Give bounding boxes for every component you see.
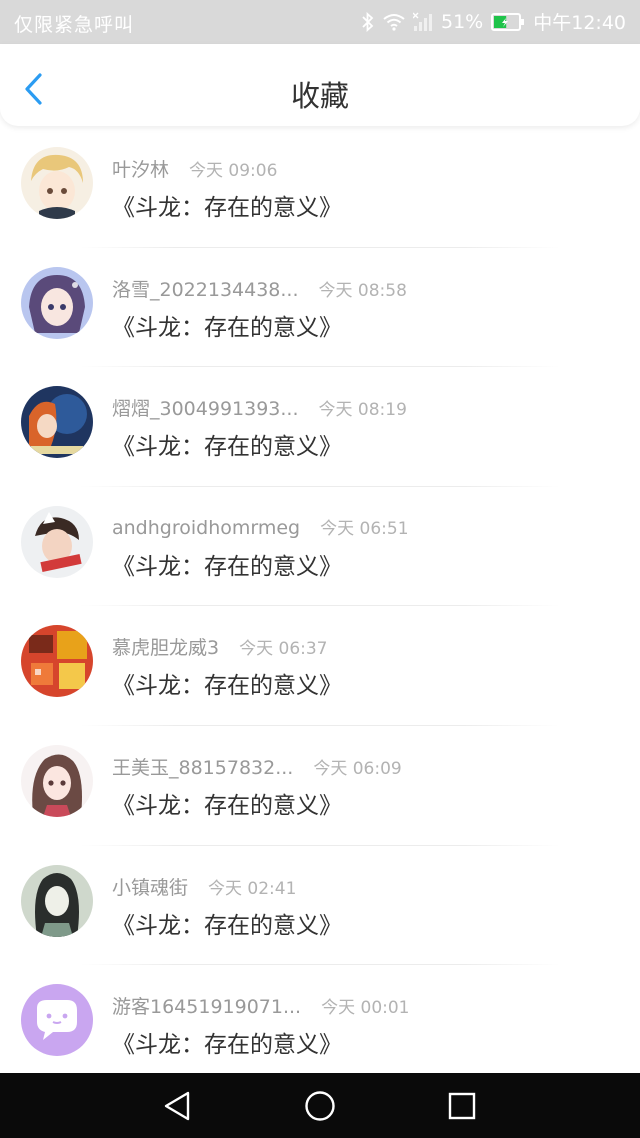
chat-bubble-icon [21,984,93,1057]
list-item[interactable]: 叶汐林 今天 09:06 《斗龙：存在的意义》 [0,128,640,248]
book-title[interactable]: 《斗龙：存在的意义》 [112,906,342,940]
header: 收藏 [0,44,640,126]
timestamp: 今天 02:41 [208,878,297,899]
timestamp: 今天 06:51 [320,518,409,539]
timestamp: 今天 08:19 [318,400,407,421]
nav-back-button[interactable] [160,1089,194,1123]
nav-home-button[interactable] [303,1089,337,1123]
book-title[interactable]: 《斗龙：存在的意义》 [112,786,342,820]
avatar[interactable] [21,505,93,578]
list-item[interactable]: 小镇魂街 今天 02:41 《斗龙：存在的意义》 [0,846,640,966]
favorites-list: 叶汐林 今天 09:06 《斗龙：存在的意义》 洛雪_2022134438...… [0,128,640,1085]
book-title[interactable]: 《斗龙：存在的意义》 [112,547,342,581]
list-item[interactable]: 王美玉_88157832... 今天 06:09 《斗龙：存在的意义》 [0,726,640,846]
nav-home-icon [305,1091,335,1121]
status-icons: 51% 中午12:40 [361,8,626,35]
list-item[interactable]: andhgroidhomrmeg 今天 06:51 《斗龙：存在的意义》 [0,487,640,607]
wifi-icon [383,13,405,31]
username: 洛雪_2022134438... [112,278,299,301]
status-bar: 仅限紧急呼叫 51% 中午12:40 [0,0,640,44]
book-title[interactable]: 《斗龙：存在的意义》 [112,1025,342,1059]
avatar[interactable] [21,147,93,219]
username: 叶汐林 [112,159,170,181]
avatar[interactable] [21,864,93,937]
timestamp: 今天 06:09 [313,758,402,779]
username: andhgroidhomrmeg [112,516,301,539]
navigation-bar [0,1073,640,1138]
list-item[interactable]: 游客16451919071... 今天 00:01 《斗龙：存在的意义》 [0,965,640,1085]
battery-icon [491,12,525,31]
clock: 中午12:40 [533,12,626,34]
list-item[interactable]: 熠熠_3004991393... 今天 08:19 《斗龙：存在的意义》 [0,367,640,487]
signal-icon [413,12,433,32]
timestamp: 今天 08:58 [318,280,407,301]
timestamp: 今天 06:37 [239,639,328,660]
timestamp: 今天 09:06 [189,161,278,181]
book-title[interactable]: 《斗龙：存在的意义》 [112,188,342,222]
list-item[interactable]: 洛雪_2022134438... 今天 08:58 《斗龙：存在的意义》 [0,248,640,368]
username: 王美玉_88157832... [112,756,294,779]
book-title[interactable]: 《斗龙：存在的意义》 [112,308,342,342]
nav-back-icon [164,1091,190,1121]
avatar[interactable] [21,625,93,698]
book-title[interactable]: 《斗龙：存在的意义》 [112,427,342,461]
username: 慕虎胆龙威3 [112,637,220,660]
avatar[interactable] [21,744,93,817]
bluetooth-icon [361,11,375,32]
username: 游客16451919071... [112,996,302,1019]
avatar[interactable] [21,266,93,339]
nav-recent-icon [448,1092,476,1120]
username: 小镇魂街 [112,876,189,899]
page-title: 收藏 [290,79,349,113]
nav-recent-button[interactable] [445,1089,479,1123]
timestamp: 今天 00:01 [321,998,410,1019]
avatar[interactable] [21,984,93,1057]
avatar[interactable] [21,386,93,459]
battery-percent: 51% [441,10,484,33]
book-title[interactable]: 《斗龙：存在的意义》 [112,666,342,700]
list-item[interactable]: 慕虎胆龙威3 今天 06:37 《斗龙：存在的意义》 [0,606,640,726]
carrier-text: 仅限紧急呼叫 [14,14,135,36]
username: 熠熠_3004991393... [112,398,299,421]
